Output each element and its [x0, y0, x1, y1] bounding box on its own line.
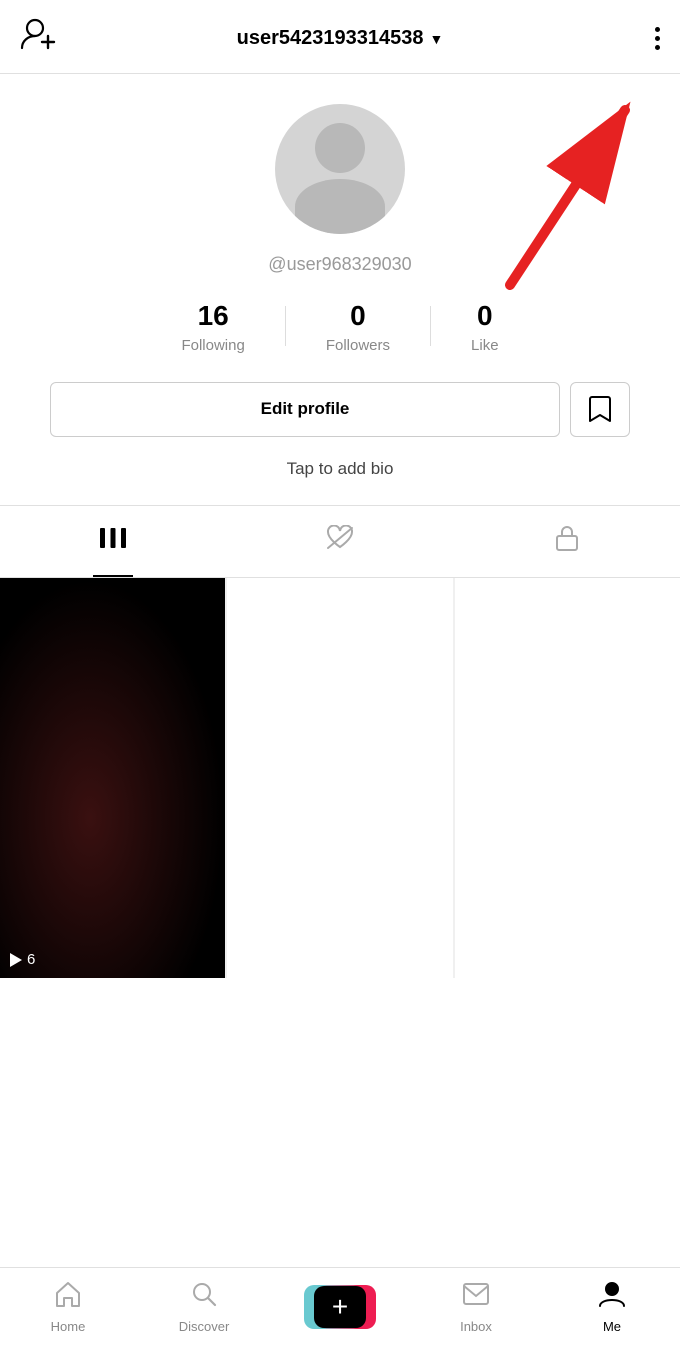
add-user-button[interactable]	[20, 18, 80, 59]
nav-inbox[interactable]: Inbox	[436, 1280, 516, 1334]
edit-profile-button[interactable]: Edit profile	[50, 382, 560, 437]
dot	[655, 45, 660, 50]
video-preview	[0, 578, 225, 979]
play-count: 6	[27, 951, 35, 968]
dot	[655, 36, 660, 41]
user-handle: @user968329030	[268, 254, 411, 275]
nav-me-label: Me	[603, 1319, 621, 1334]
username-text: user5423193314538	[237, 27, 424, 50]
home-icon	[54, 1280, 82, 1315]
avatar-head	[315, 123, 365, 173]
dropdown-arrow-icon: ▼	[430, 31, 444, 47]
empty-slot-2	[455, 578, 680, 979]
tab-videos[interactable]	[0, 506, 227, 577]
tab-liked[interactable]	[227, 506, 454, 577]
followers-count: 0	[350, 299, 366, 333]
bottom-nav: Home Discover + Inbox	[0, 1267, 680, 1354]
nav-add[interactable]: +	[300, 1285, 380, 1329]
lock-icon	[555, 524, 579, 559]
nav-home[interactable]: Home	[28, 1280, 108, 1334]
following-stat[interactable]: 16 Following	[141, 299, 284, 354]
following-label: Following	[181, 337, 244, 354]
profile-section: @user968329030 16 Following 0 Followers …	[0, 74, 680, 479]
following-count: 16	[198, 299, 229, 333]
plus-icon: +	[332, 1291, 348, 1323]
username-header[interactable]: user5423193314538 ▼	[237, 27, 444, 50]
nav-inbox-label: Inbox	[460, 1319, 492, 1334]
empty-slot-1	[227, 578, 452, 979]
stats-row: 16 Following 0 Followers 0 Like	[20, 299, 660, 354]
three-dots-icon[interactable]	[655, 27, 660, 50]
more-options-button[interactable]	[600, 27, 660, 50]
video-thumbnail[interactable]: 6	[0, 578, 225, 979]
avatar[interactable]	[275, 104, 405, 234]
heart-slash-icon	[325, 525, 355, 558]
likes-stat[interactable]: 0 Like	[431, 299, 539, 354]
profile-icon	[598, 1280, 626, 1315]
add-button-inner: +	[314, 1286, 366, 1328]
header: user5423193314538 ▼	[0, 0, 680, 74]
followers-stat[interactable]: 0 Followers	[286, 299, 430, 354]
inbox-icon	[462, 1280, 490, 1315]
tab-private[interactable]	[453, 506, 680, 577]
likes-label: Like	[471, 337, 499, 354]
video-play-info: 6	[10, 951, 35, 968]
add-button[interactable]: +	[310, 1285, 370, 1329]
nav-discover-label: Discover	[179, 1319, 230, 1334]
content-grid: 6	[0, 578, 680, 979]
grid-icon	[99, 527, 127, 556]
search-icon	[190, 1280, 218, 1315]
avatar-body	[295, 179, 385, 234]
nav-me[interactable]: Me	[572, 1280, 652, 1334]
bookmark-button[interactable]	[570, 382, 630, 437]
bookmark-icon	[588, 395, 612, 423]
nav-home-label: Home	[51, 1319, 86, 1334]
add-user-icon	[20, 28, 58, 58]
likes-count: 0	[477, 299, 493, 333]
dot	[655, 27, 660, 32]
buttons-row: Edit profile	[20, 382, 660, 437]
tabs-row	[0, 505, 680, 578]
nav-discover[interactable]: Discover	[164, 1280, 244, 1334]
play-icon	[10, 953, 22, 967]
followers-label: Followers	[326, 337, 390, 354]
bio-placeholder[interactable]: Tap to add bio	[287, 459, 394, 479]
